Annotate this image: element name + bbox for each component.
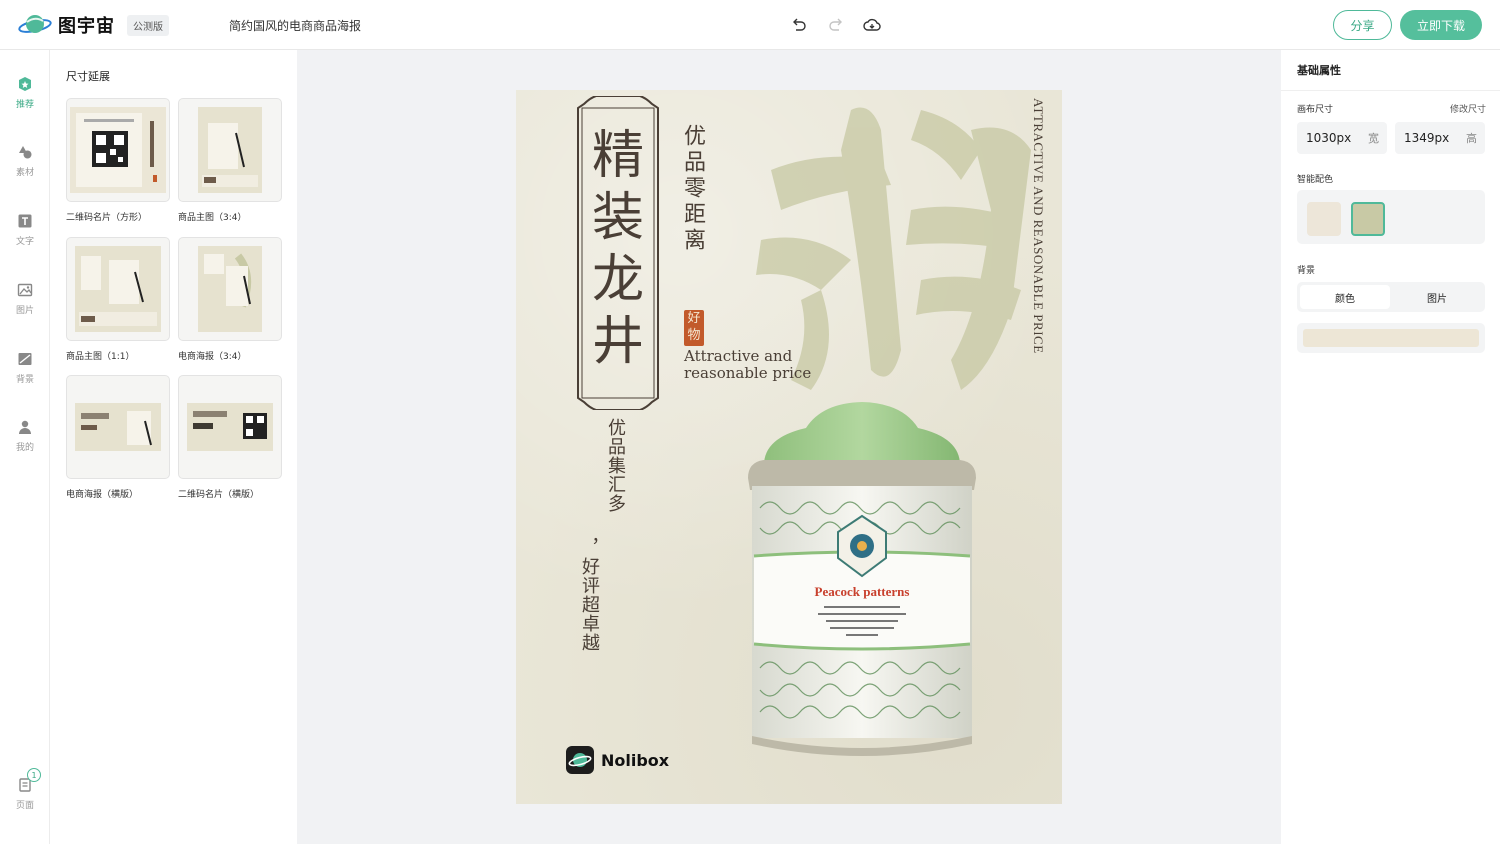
nav-label: 背景 [15, 375, 34, 385]
title-char: 精 [591, 126, 644, 186]
image-icon [17, 283, 33, 297]
brand-name: Nolibox [601, 750, 670, 770]
template-card[interactable]: 二维码名片（横版） [178, 375, 282, 500]
template-card[interactable]: 商品主图（1:1） [66, 237, 170, 362]
template-thumbnail [66, 375, 170, 479]
app-name: 图宇宙 [58, 16, 115, 37]
width-unit: 宽 [1368, 132, 1379, 145]
color-swatch-group [1297, 190, 1485, 244]
undo-icon[interactable] [789, 15, 809, 35]
poster-vertical-english[interactable]: ATTRACTIVE AND REASONABLE PRICE [1020, 98, 1046, 388]
recommend-icon [19, 77, 31, 91]
background-label: 背景 [1297, 266, 1316, 276]
template-panel: 尺寸延展 二维码名片（方形） 商品主图（3:4） 商品主图（1:1） 电商海报（… [50, 50, 297, 844]
nav-label: 文字 [15, 237, 34, 247]
cloud-save-icon[interactable] [862, 15, 882, 35]
template-label: 商品主图（3:4） [178, 213, 247, 223]
properties-panel: 基础属性 画布尺寸 修改尺寸 1030px 宽 1349px 高 智能配色 背景… [1281, 50, 1500, 844]
template-label: 电商海报（横版） [66, 490, 139, 500]
nav-materials[interactable]: 素材 [0, 144, 50, 178]
left-nav-rail: 推荐 素材 文字 图片 背景 我的 1 页面 [0, 50, 50, 844]
template-card[interactable]: 商品主图（3:4） [178, 98, 282, 223]
template-thumbnail [66, 237, 170, 341]
nav-text[interactable]: 文字 [0, 213, 50, 247]
background-type-toggle: 颜色 图片 [1297, 282, 1485, 312]
template-thumbnail [178, 375, 282, 479]
nav-label: 推荐 [15, 100, 34, 110]
slogan-line: 优品集汇多 [605, 418, 626, 513]
tea-can-product-image[interactable]: Peacock patterns [746, 398, 978, 760]
nav-label: 素材 [15, 168, 34, 178]
nav-recommend[interactable]: 推荐 [0, 76, 50, 110]
width-value: 1030px [1306, 131, 1352, 145]
template-card[interactable]: 二维码名片（方形） [66, 98, 170, 223]
planet-logo-icon [18, 12, 52, 38]
template-card[interactable]: 电商海报（3:4） [178, 237, 282, 362]
nav-label: 我的 [15, 443, 34, 453]
edit-size-link[interactable]: 修改尺寸 [1450, 102, 1486, 115]
nav-background[interactable]: 背景 [0, 351, 50, 385]
poster-english-tagline[interactable]: Attractive and reasonable price [684, 348, 824, 382]
background-color-picker[interactable] [1297, 323, 1485, 353]
background-color-preview [1303, 329, 1479, 347]
poster-slogan[interactable]: 优品集汇多 ，好评超卓越 [578, 418, 628, 652]
panel-title: 尺寸延展 [66, 70, 110, 83]
poster-main-title[interactable]: 精 装 龙 井 [576, 125, 660, 373]
tab-color[interactable]: 颜色 [1300, 285, 1390, 309]
beta-badge: 公测版 [127, 14, 169, 36]
nav-label: 页面 [15, 801, 34, 811]
nav-label: 图片 [15, 306, 34, 316]
redo-icon[interactable] [826, 15, 846, 35]
height-unit: 高 [1466, 132, 1477, 145]
page-count-badge: 1 [27, 768, 41, 782]
template-thumbnail [178, 98, 282, 202]
width-input[interactable]: 1030px 宽 [1297, 122, 1387, 154]
slogan-line: ，好评超卓越 [579, 538, 600, 652]
nolibox-logo-icon [566, 746, 594, 774]
template-label: 商品主图（1:1） [66, 352, 135, 362]
download-button[interactable]: 立即下载 [1400, 10, 1482, 40]
divider [1281, 90, 1500, 91]
canvas-size-label: 画布尺寸 [1297, 105, 1334, 115]
text-icon [18, 214, 32, 228]
user-icon [19, 420, 31, 434]
top-bar: 图宇宙 公测版 简约国风的电商商品海报 分享 立即下载 [0, 0, 1500, 50]
template-card[interactable]: 电商海报（横版） [66, 375, 170, 500]
app-logo[interactable]: 图宇宙 公测版 [18, 12, 169, 38]
design-canvas[interactable]: 精 装 龙 井 优品零距离 好物 Attractive and reasonab… [516, 90, 1062, 804]
nav-images[interactable]: 图片 [0, 282, 50, 316]
title-char: 装 [591, 188, 644, 248]
template-thumbnail [178, 237, 282, 341]
document-title[interactable]: 简约国风的电商商品海报 [229, 17, 361, 34]
can-label-title: Peacock patterns [815, 584, 910, 599]
title-char: 龙 [591, 250, 644, 310]
color-swatch[interactable] [1307, 202, 1341, 236]
poster-subtitle[interactable]: 优品零距离 [680, 124, 708, 254]
brand-logo[interactable]: Nolibox [566, 746, 669, 774]
seal-stamp[interactable]: 好物 [684, 310, 704, 346]
template-label: 二维码名片（方形） [66, 213, 148, 223]
smart-color-label: 智能配色 [1297, 175, 1334, 185]
tab-image[interactable]: 图片 [1392, 285, 1482, 309]
template-label: 二维码名片（横版） [178, 490, 260, 500]
template-label: 电商海报（3:4） [178, 352, 247, 362]
props-title: 基础属性 [1297, 64, 1341, 77]
share-button[interactable]: 分享 [1333, 10, 1392, 40]
color-swatch-selected[interactable] [1351, 202, 1385, 236]
nav-pages[interactable]: 1 页面 [0, 768, 50, 811]
nav-mine[interactable]: 我的 [0, 419, 50, 453]
height-input[interactable]: 1349px 高 [1395, 122, 1485, 154]
title-char: 井 [591, 312, 644, 372]
template-thumbnail [66, 98, 170, 202]
height-value: 1349px [1404, 131, 1450, 145]
background-icon [18, 353, 32, 365]
shapes-icon [19, 146, 32, 159]
